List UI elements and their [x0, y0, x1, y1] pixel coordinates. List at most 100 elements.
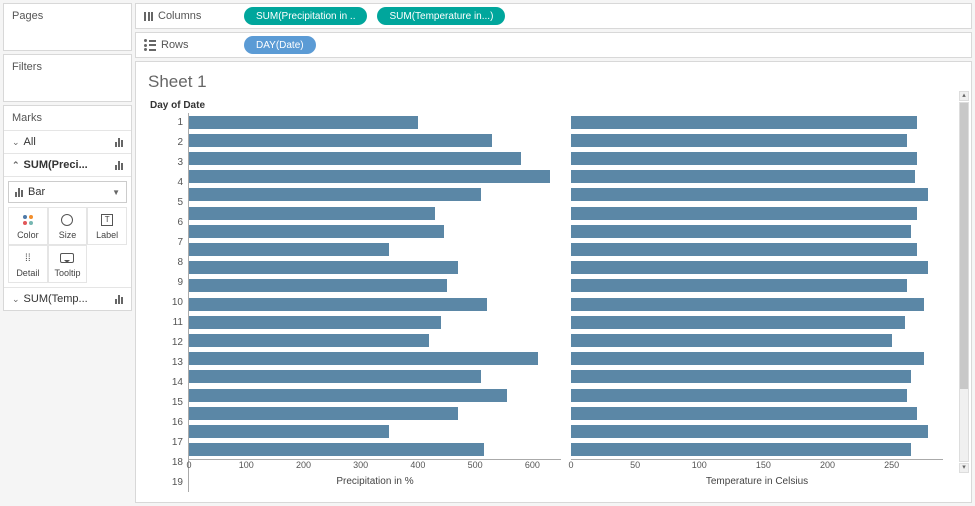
x-tick-label: 400 [410, 460, 425, 470]
bar-row [571, 168, 943, 186]
plots-container: 0100200300400500600Precipitation in %050… [188, 113, 943, 492]
data-bar[interactable] [571, 316, 905, 329]
detail-icon: ⁞⁞ [25, 253, 31, 264]
data-bar[interactable] [189, 352, 538, 365]
columns-pill-precip[interactable]: SUM(Precipitation in .. [244, 7, 367, 25]
size-icon [61, 214, 73, 226]
data-bar[interactable] [189, 407, 458, 420]
data-bar[interactable] [571, 225, 911, 238]
mark-type-label: Bar [28, 186, 45, 198]
rows-pill-date[interactable]: DAY(Date) [244, 36, 316, 54]
data-bar[interactable] [189, 443, 484, 456]
x-tick-label: 600 [525, 460, 540, 470]
data-bar[interactable] [571, 334, 892, 347]
tooltip-button[interactable]: Tooltip [48, 245, 88, 283]
y-tick-label: 2 [148, 133, 188, 153]
bar-row [189, 240, 561, 258]
data-bar[interactable] [189, 225, 444, 238]
y-tick-label: 19 [148, 472, 188, 492]
data-bar[interactable] [189, 243, 389, 256]
detail-label: Detail [16, 268, 39, 278]
bar-row [189, 277, 561, 295]
data-bar[interactable] [571, 352, 924, 365]
x-tick-label: 300 [353, 460, 368, 470]
bar-row [189, 331, 561, 349]
bar-row [571, 240, 943, 258]
data-bar[interactable] [189, 207, 435, 220]
y-axis-title: Day of Date [150, 100, 959, 111]
marks-temp-row[interactable]: ⌄SUM(Temp... [4, 287, 131, 310]
label-button[interactable]: T Label [87, 207, 127, 245]
marks-precip-row[interactable]: ⌃SUM(Preci... [4, 154, 131, 177]
filters-shelf[interactable]: Filters [3, 54, 132, 102]
color-button[interactable]: Color [8, 207, 48, 245]
marks-all-row[interactable]: ⌄All [4, 131, 131, 154]
data-bar[interactable] [189, 279, 447, 292]
rows-shelf[interactable]: Rows DAY(Date) [135, 32, 972, 58]
scroll-up-button[interactable]: ▴ [959, 91, 969, 101]
data-bar[interactable] [189, 116, 418, 129]
data-bar[interactable] [189, 389, 507, 402]
dropdown-caret-icon: ▼ [112, 188, 120, 197]
data-bar[interactable] [571, 407, 917, 420]
color-icon [23, 215, 33, 225]
columns-pill-temp[interactable]: SUM(Temperature in...) [377, 7, 505, 25]
bar-row [189, 404, 561, 422]
plot-0: 0100200300400500600Precipitation in % [189, 113, 561, 492]
pages-shelf[interactable]: Pages [3, 3, 132, 51]
data-bar[interactable] [571, 279, 907, 292]
data-bar[interactable] [189, 316, 441, 329]
data-bar[interactable] [571, 207, 917, 220]
bar-row [571, 113, 943, 131]
data-bar[interactable] [189, 134, 492, 147]
detail-button[interactable]: ⁞⁞ Detail [8, 245, 48, 283]
data-bar[interactable] [571, 298, 924, 311]
size-button[interactable]: Size [48, 207, 88, 245]
bar-row [189, 422, 561, 440]
data-bar[interactable] [189, 261, 458, 274]
data-bar[interactable] [189, 152, 521, 165]
scrollbar-thumb[interactable] [960, 103, 968, 389]
data-bar[interactable] [571, 425, 928, 438]
bar-row [189, 259, 561, 277]
bar-row [571, 131, 943, 149]
y-tick-label: 15 [148, 392, 188, 412]
data-bar[interactable] [571, 152, 917, 165]
data-bar[interactable] [571, 243, 917, 256]
y-tick-label: 12 [148, 332, 188, 352]
data-bar[interactable] [571, 370, 911, 383]
scrollbar-track[interactable] [959, 102, 969, 462]
columns-shelf[interactable]: Columns SUM(Precipitation in .. SUM(Temp… [135, 3, 972, 29]
data-bar[interactable] [189, 334, 429, 347]
data-bar[interactable] [189, 298, 487, 311]
data-bar[interactable] [571, 261, 928, 274]
data-bar[interactable] [189, 370, 481, 383]
marks-temp-label: SUM(Temp... [24, 293, 88, 305]
pages-label: Pages [12, 10, 123, 22]
data-bar[interactable] [571, 116, 917, 129]
bar-row [571, 186, 943, 204]
y-tick-label: 8 [148, 253, 188, 273]
y-tick-label: 17 [148, 432, 188, 452]
bar-row [189, 313, 561, 331]
data-bar[interactable] [189, 188, 481, 201]
x-tick-label: 500 [468, 460, 483, 470]
data-bar[interactable] [571, 389, 907, 402]
mark-type-dropdown[interactable]: Bar ▼ [8, 181, 127, 203]
y-axis-labels: 12345678910111213141516171819 [148, 113, 188, 492]
size-label: Size [59, 230, 77, 240]
columns-icon [144, 12, 153, 21]
chart-body: 12345678910111213141516171819 0100200300… [148, 113, 959, 492]
bar-chart-icon [115, 295, 123, 304]
data-bar[interactable] [571, 188, 928, 201]
data-bar[interactable] [571, 170, 915, 183]
data-bar[interactable] [189, 425, 389, 438]
data-bar[interactable] [571, 134, 907, 147]
x-tick-label: 50 [630, 460, 640, 470]
data-bar[interactable] [189, 170, 550, 183]
scroll-down-button[interactable]: ▾ [959, 463, 969, 473]
data-bar[interactable] [571, 443, 911, 456]
bar-row [571, 204, 943, 222]
y-tick-label: 9 [148, 273, 188, 293]
y-tick-label: 4 [148, 173, 188, 193]
